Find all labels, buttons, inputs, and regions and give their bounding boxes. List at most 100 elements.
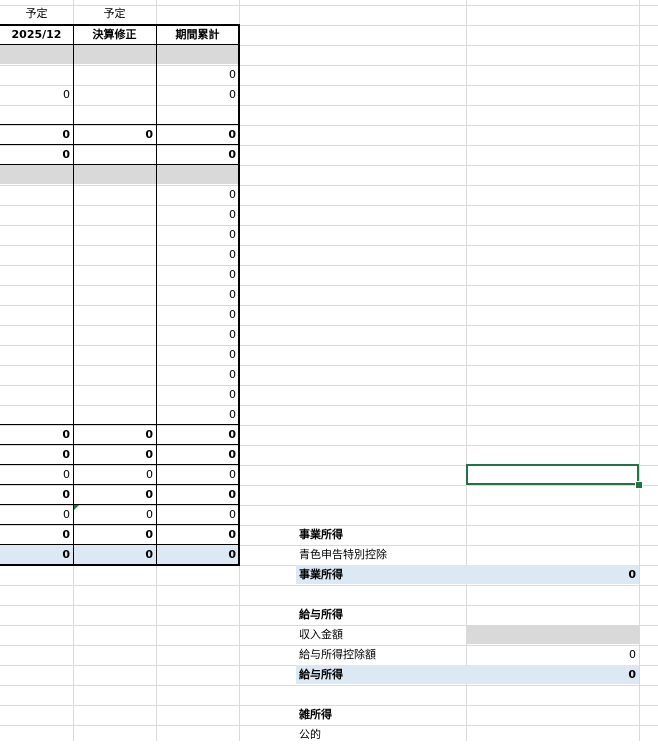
table-cell[interactable] xyxy=(73,65,156,85)
table-cell[interactable] xyxy=(73,205,156,225)
table-cell[interactable] xyxy=(73,105,156,125)
table-cell[interactable]: 0 xyxy=(0,465,73,485)
table-cell[interactable] xyxy=(0,105,73,125)
table-cell[interactable]: 0 xyxy=(156,325,239,345)
table-cell[interactable] xyxy=(73,145,156,165)
table-cell[interactable]: 0 xyxy=(73,545,156,565)
table-cell[interactable] xyxy=(0,185,73,205)
table-cell[interactable] xyxy=(0,165,73,185)
table-cell[interactable] xyxy=(0,365,73,385)
table-cell[interactable] xyxy=(0,45,73,65)
table-cell[interactable]: 0 xyxy=(156,505,239,525)
table-cell[interactable]: 0 xyxy=(0,145,73,165)
table-cell[interactable]: 0 xyxy=(73,485,156,505)
table-cell[interactable]: 0 xyxy=(156,125,239,145)
table-cell[interactable]: 0 xyxy=(0,525,73,545)
table-cell[interactable] xyxy=(0,405,73,425)
table-cell[interactable]: 0 xyxy=(0,125,73,145)
table-border xyxy=(0,164,240,165)
salary-income-value[interactable]: 0 xyxy=(466,665,639,685)
plan-label: 予定 xyxy=(103,7,126,20)
table-cell[interactable] xyxy=(0,265,73,285)
table-cell[interactable] xyxy=(156,165,239,185)
table-cell[interactable] xyxy=(73,185,156,205)
table-cell[interactable]: 0 xyxy=(156,245,239,265)
table-cell[interactable]: 0 xyxy=(0,485,73,505)
table-cell[interactable] xyxy=(0,285,73,305)
table-cell[interactable]: 0 xyxy=(156,305,239,325)
table-cell[interactable]: 0 xyxy=(73,465,156,485)
table-cell[interactable] xyxy=(73,85,156,105)
table-cell[interactable] xyxy=(0,325,73,345)
table-cell[interactable]: 0 xyxy=(156,385,239,405)
table-cell[interactable]: 0 xyxy=(156,265,239,285)
table-cell[interactable] xyxy=(73,285,156,305)
table-cell[interactable]: 0 xyxy=(73,525,156,545)
table-cell[interactable] xyxy=(0,65,73,85)
table-cell[interactable]: 0 xyxy=(156,85,239,105)
income-amount-cell[interactable] xyxy=(466,625,639,645)
table-border xyxy=(0,24,240,26)
table-cell[interactable]: 0 xyxy=(156,185,239,205)
table-cell[interactable]: 0 xyxy=(156,445,239,465)
table-cell[interactable]: 0 xyxy=(156,365,239,385)
table-cell[interactable] xyxy=(73,165,156,185)
table-cell[interactable]: 0 xyxy=(0,505,73,525)
table-cell[interactable] xyxy=(0,305,73,325)
table-cell[interactable] xyxy=(73,405,156,425)
table-cell[interactable]: 0 xyxy=(156,425,239,445)
table-cell[interactable] xyxy=(156,45,239,65)
table-cell[interactable] xyxy=(73,345,156,365)
table-cell[interactable]: 0 xyxy=(73,505,156,525)
table-cell[interactable]: 0 xyxy=(156,465,239,485)
table-cell[interactable]: 0 xyxy=(156,525,239,545)
table-cell[interactable]: 0 xyxy=(156,405,239,425)
salary-deduction-value[interactable]: 0 xyxy=(466,645,639,665)
column-header-2025-12[interactable]: 2025/12 xyxy=(0,25,73,45)
column-header-adjustment[interactable]: 決算修正 xyxy=(73,25,156,45)
business-income-value[interactable]: 0 xyxy=(466,565,639,585)
table-cell[interactable]: 0 xyxy=(156,345,239,365)
table-border xyxy=(0,124,240,125)
table-cell[interactable]: 0 xyxy=(156,145,239,165)
table-border xyxy=(0,544,240,545)
table-cell[interactable] xyxy=(0,225,73,245)
table-cell[interactable] xyxy=(73,305,156,325)
table-cell[interactable] xyxy=(156,105,239,125)
table-border xyxy=(0,484,240,485)
table-cell[interactable]: 0 xyxy=(156,545,239,565)
table-cell[interactable] xyxy=(73,45,156,65)
table-cell[interactable]: 0 xyxy=(156,205,239,225)
gridline xyxy=(0,685,658,686)
table-border xyxy=(0,464,240,465)
table-cell[interactable]: 0 xyxy=(73,125,156,145)
error-indicator-icon[interactable] xyxy=(74,505,79,510)
table-cell[interactable]: 0 xyxy=(156,225,239,245)
table-cell[interactable] xyxy=(73,385,156,405)
table-cell[interactable] xyxy=(73,245,156,265)
table-cell[interactable] xyxy=(0,345,73,365)
table-cell[interactable] xyxy=(0,205,73,225)
table-cell[interactable]: 0 xyxy=(73,445,156,465)
selected-cell[interactable] xyxy=(466,464,639,485)
table-cell[interactable]: 0 xyxy=(0,85,73,105)
blue-return-deduction-label: 青色申告特別控除 xyxy=(299,548,387,561)
business-income-label: 事業所得 xyxy=(299,568,343,581)
table-cell[interactable] xyxy=(0,245,73,265)
table-cell[interactable] xyxy=(73,325,156,345)
table-cell[interactable] xyxy=(73,225,156,245)
table-cell[interactable]: 0 xyxy=(0,445,73,465)
table-cell[interactable] xyxy=(73,265,156,285)
table-cell[interactable]: 0 xyxy=(73,425,156,445)
table-cell[interactable]: 0 xyxy=(156,485,239,505)
table-cell[interactable]: 0 xyxy=(0,425,73,445)
income-amount-label: 収入金額 xyxy=(299,628,343,641)
column-header-cumulative[interactable]: 期間累計 xyxy=(156,25,239,45)
spreadsheet-grid[interactable]: 予定 予定 2025/12 決算修正 期間累計 0000000000000000… xyxy=(0,0,658,741)
table-cell[interactable]: 0 xyxy=(0,545,73,565)
fill-handle[interactable] xyxy=(635,481,643,489)
table-cell[interactable]: 0 xyxy=(156,65,239,85)
table-cell[interactable]: 0 xyxy=(156,285,239,305)
table-cell[interactable] xyxy=(0,385,73,405)
table-cell[interactable] xyxy=(73,365,156,385)
